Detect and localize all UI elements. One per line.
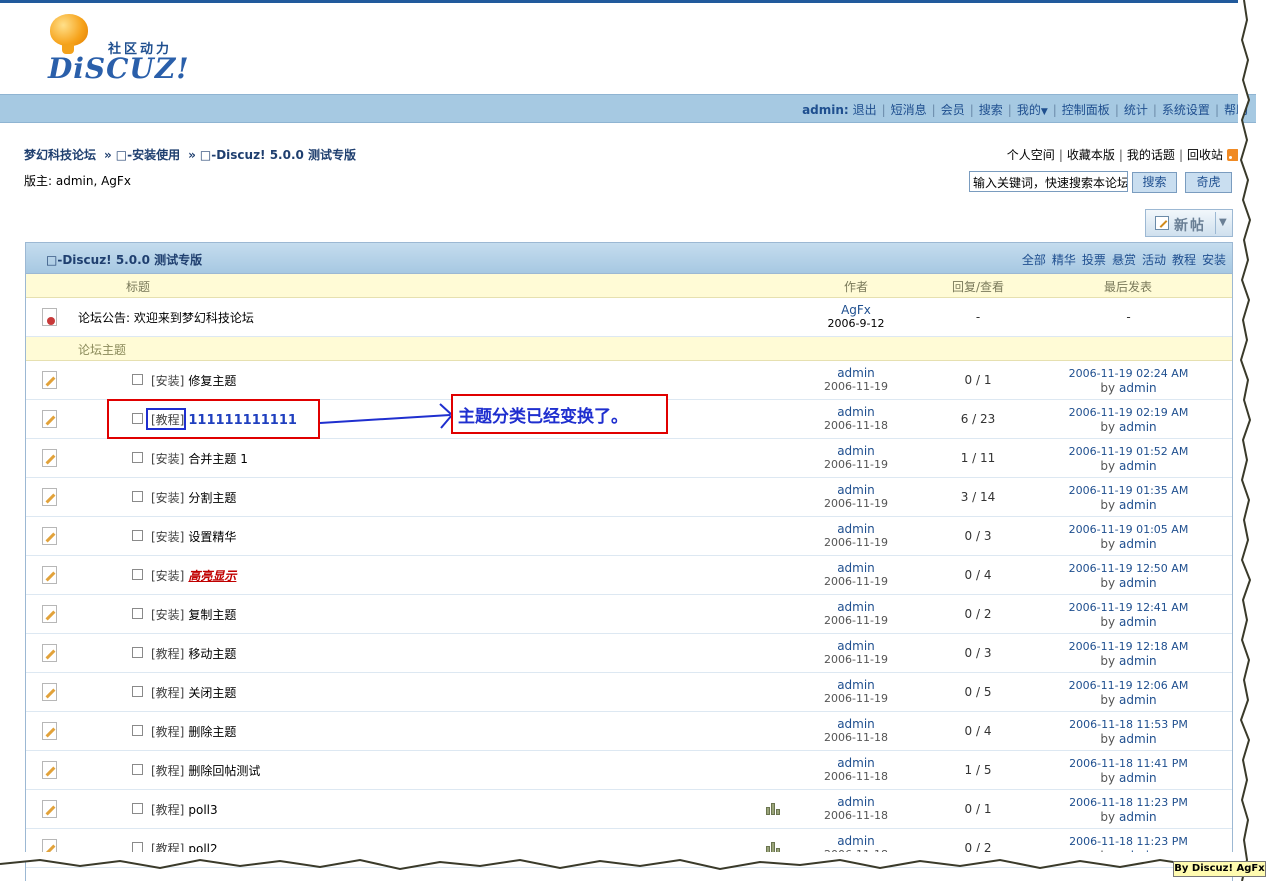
annotation-highlight-box: [107, 399, 320, 439]
annotation-text: 主题分类已经变换了。: [458, 407, 628, 427]
torn-edge-bottom: [0, 852, 1241, 871]
page: 社区动力 DiSCUZ! admin: 退出 | 短消息 | 会员 | 搜索 | 我的▼ | 控制面…: [0, 0, 1269, 881]
credit-label: By Discuz! AgFx: [1173, 861, 1266, 877]
torn-edge-right: [1238, 0, 1252, 881]
annotation-tag-box: [146, 408, 186, 430]
annotation-arrow: [319, 403, 454, 429]
